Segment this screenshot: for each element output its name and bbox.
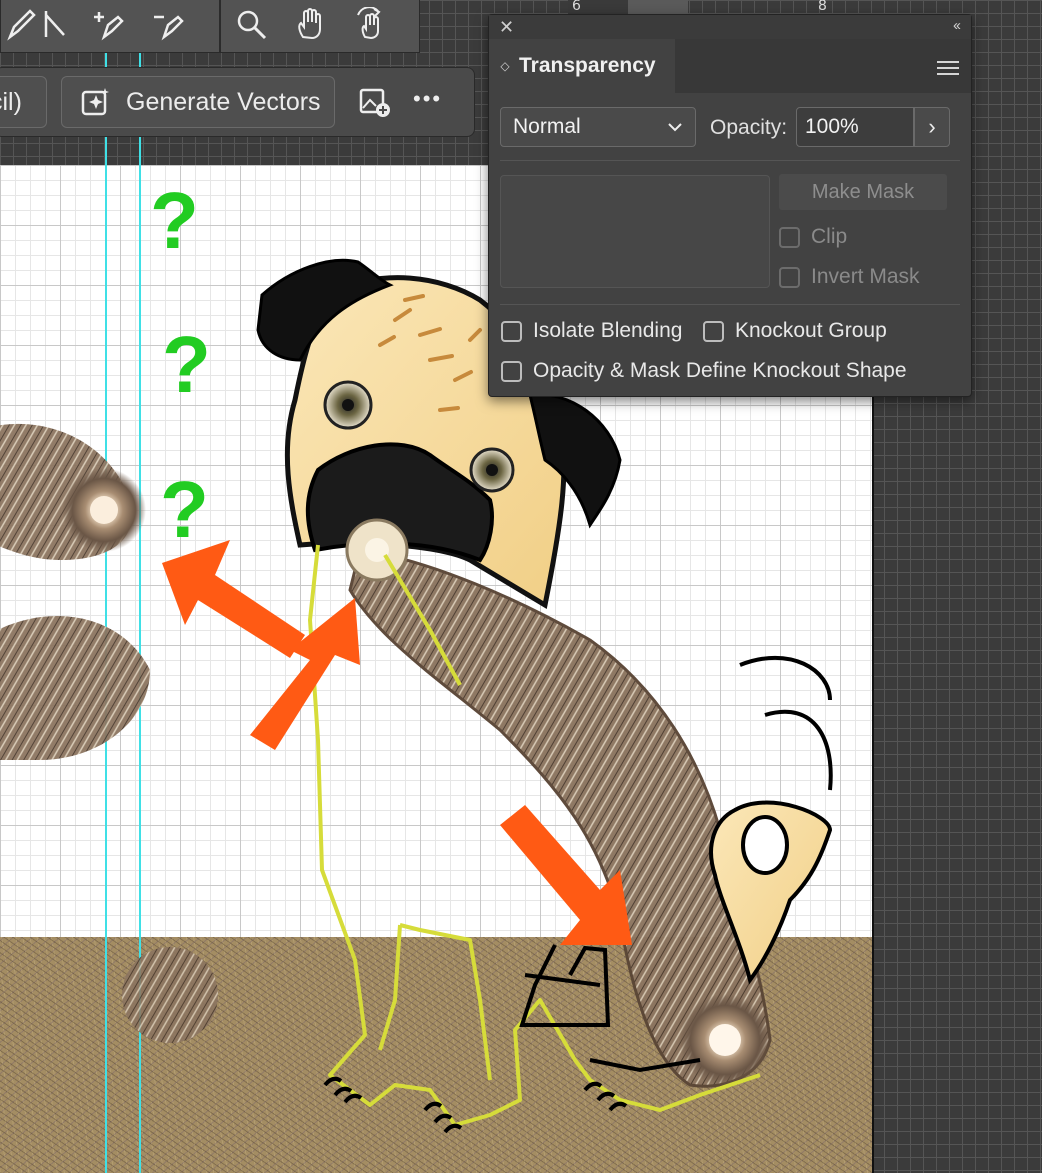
chevron-down-icon [668,123,682,132]
opacity-slider-toggle[interactable]: › [914,107,950,147]
question-mark-2: ? [162,320,211,409]
blend-mode-select[interactable]: Normal [500,107,696,147]
fur-swirl-left[interactable] [0,423,150,760]
generate-vectors-icon [81,88,109,116]
knockout-group-label: Knockout Group [735,319,887,342]
generate-vectors-button[interactable]: Generate Vectors [61,76,335,128]
make-mask-button[interactable]: Make Mask [779,174,947,210]
opacity-mask-knockout-label: Opacity & Mask Define Knockout Shape [533,359,907,382]
opacity-label: Opacity: [710,116,788,139]
tools-strip [0,0,420,53]
panel-menu-icon[interactable] [937,57,959,79]
contextual-task-bar: cil) Generate Vectors ••• [0,67,475,137]
panel-divider [500,304,960,305]
delete-anchor-point-icon [154,15,184,41]
hand-icon [298,8,321,40]
annotation-question-marks: ? ? ? [150,176,211,554]
knockout-group-checkbox-box[interactable] [703,320,724,342]
close-icon[interactable]: ✕ [499,17,514,38]
opacity-mask-knockout-checkbox-box[interactable] [501,360,522,382]
ruler-mark-6: 6 [572,0,581,14]
hand-tool-button[interactable] [291,4,331,44]
add-anchor-point-button[interactable] [87,4,127,44]
image-add-icon[interactable] [357,84,393,120]
ruler-mark-8: 8 [818,0,827,14]
collapse-panel-icon[interactable]: ‹‹ [953,17,961,34]
panel-divider [500,160,960,161]
opacity-mask-knockout-checkbox[interactable]: Opacity & Mask Define Knockout Shape [501,359,907,383]
knockout-group-checkbox[interactable]: Knockout Group [703,319,887,343]
invert-mask-label: Invert Mask [811,265,920,288]
delete-anchor-point-button[interactable] [147,4,187,44]
zoom-tool-button[interactable] [231,4,271,44]
previous-action-label: cil) [0,87,22,116]
question-mark-1: ? [150,176,199,265]
line-tool-button[interactable] [33,4,73,44]
panel-tab-bar: ◇ Transparency [489,39,971,93]
tab-transparency[interactable]: ◇ Transparency [489,39,675,93]
blend-mode-value: Normal [513,115,581,138]
opacity-input[interactable]: 100% [796,107,914,147]
invert-mask-checkbox[interactable]: Invert Mask [779,265,920,289]
invert-mask-checkbox-box[interactable] [779,266,800,288]
isolate-blending-checkbox-box[interactable] [501,320,522,342]
clip-checkbox-box[interactable] [779,226,800,248]
add-anchor-point-icon [94,12,124,41]
rotate-view-tool-button[interactable] [351,4,391,44]
panel-title: Transparency [519,54,656,77]
fur-ball[interactable] [122,947,218,1043]
isolate-blending-label: Isolate Blending [533,319,683,342]
mask-thumbnail[interactable] [500,175,770,288]
previous-action-button[interactable]: cil) [0,76,47,128]
panel-title-bar[interactable]: ✕ ‹‹ [489,15,971,39]
transparency-panel: ✕ ‹‹ ◇ Transparency Normal Opacity: 100%… [488,14,972,397]
question-mark-3: ? [160,465,209,554]
clip-checkbox[interactable]: Clip [779,225,847,249]
generate-vectors-label: Generate Vectors [126,87,321,116]
reorder-icon: ◇ [500,59,510,73]
isolate-blending-checkbox[interactable]: Isolate Blending [501,319,682,343]
clip-label: Clip [811,225,848,248]
line-tool-icon [44,11,65,37]
more-options-button[interactable]: ••• [413,86,442,112]
rotate-view-icon [357,7,381,40]
zoom-icon [237,10,267,40]
